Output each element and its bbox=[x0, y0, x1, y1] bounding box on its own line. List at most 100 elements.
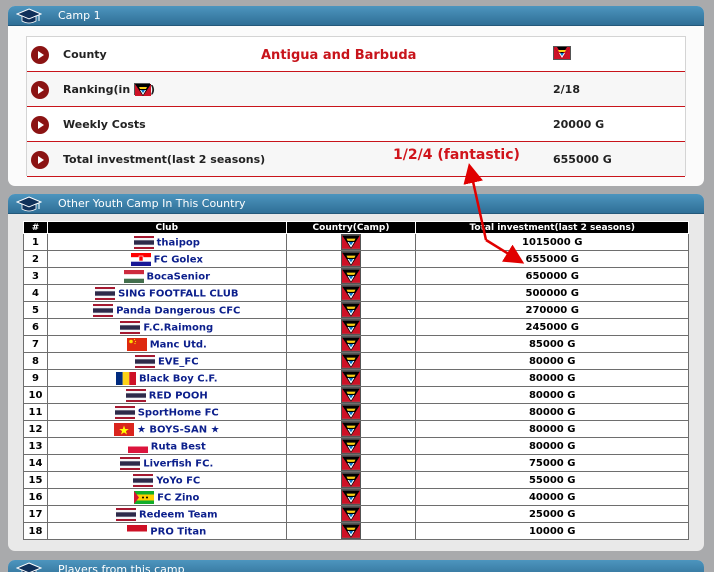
club-link[interactable]: SING FOOTFALL CLUB bbox=[46, 284, 287, 302]
club-name[interactable]: YoYo FC bbox=[156, 475, 200, 486]
club-name[interactable]: FC Golex bbox=[154, 254, 203, 265]
club-name[interactable]: ★ BOYS-SAN ★ bbox=[137, 424, 220, 435]
play-circle-icon[interactable] bbox=[31, 46, 49, 64]
club-name[interactable]: FC Zino bbox=[157, 492, 199, 503]
camp-country-cell bbox=[285, 522, 417, 540]
antigua-flag-icon bbox=[341, 455, 361, 471]
col-country[interactable]: Country(Camp) bbox=[285, 221, 417, 234]
ranking-value: 2/18 bbox=[553, 83, 580, 96]
club-flag-icon bbox=[113, 422, 134, 436]
camp-country-cell bbox=[285, 488, 417, 506]
club-name[interactable]: Panda Dangerous CFC bbox=[116, 305, 240, 316]
club-name[interactable]: Liverfish FC. bbox=[143, 458, 213, 469]
camp-country-cell bbox=[285, 301, 417, 319]
club-link[interactable]: FC Golex bbox=[46, 250, 287, 268]
antigua-flag-icon bbox=[341, 319, 361, 335]
antigua-flag-icon bbox=[341, 438, 361, 454]
table-row: 17 Redeem Team 25000 G bbox=[23, 505, 689, 523]
club-link[interactable]: ★ BOYS-SAN ★ bbox=[46, 420, 287, 438]
col-investment[interactable]: Total investment(last 2 seasons) bbox=[415, 221, 689, 234]
club-link[interactable]: FC Zino bbox=[46, 488, 287, 506]
investment-value: 40000 G bbox=[415, 488, 689, 506]
row-num: 11 bbox=[23, 403, 48, 421]
col-num[interactable]: # bbox=[23, 221, 48, 234]
club-name[interactable]: Manc Utd. bbox=[150, 339, 207, 350]
club-link[interactable]: YoYo FC bbox=[46, 471, 287, 489]
club-link[interactable]: Manc Utd. bbox=[46, 335, 287, 353]
club-link[interactable]: Ruta Best bbox=[46, 437, 287, 455]
col-club[interactable]: Club bbox=[46, 221, 287, 234]
investment-value: 10000 G bbox=[415, 522, 689, 540]
table-row: 10 RED POOH 80000 G bbox=[23, 386, 689, 404]
club-name[interactable]: thaipop bbox=[157, 237, 200, 248]
club-flag-icon bbox=[134, 490, 155, 504]
camp-country-cell bbox=[285, 352, 417, 370]
club-name[interactable]: RED POOH bbox=[149, 390, 208, 401]
club-link[interactable]: Black Boy C.F. bbox=[46, 369, 287, 387]
club-link[interactable]: Liverfish FC. bbox=[46, 454, 287, 472]
club-link[interactable]: Panda Dangerous CFC bbox=[46, 301, 287, 319]
club-link[interactable]: PRO Titan bbox=[46, 522, 287, 540]
club-name[interactable]: PRO Titan bbox=[150, 526, 206, 537]
club-name[interactable]: Redeem Team bbox=[139, 509, 218, 520]
investment-value: 80000 G bbox=[415, 420, 689, 438]
camp-country-cell bbox=[285, 267, 417, 285]
club-name[interactable]: Black Boy C.F. bbox=[139, 373, 218, 384]
club-flag-icon bbox=[133, 235, 154, 249]
investment-value: 650000 G bbox=[415, 267, 689, 285]
camp-info-box: County Antigua and Barbuda Ranking(in ) … bbox=[26, 36, 686, 177]
club-link[interactable]: RED POOH bbox=[46, 386, 287, 404]
table-row: 4 SING FOOTFALL CLUB 500000 G bbox=[23, 284, 689, 302]
play-circle-icon[interactable] bbox=[31, 81, 49, 99]
info-row-ranking: Ranking(in ) 2/18 bbox=[27, 72, 685, 107]
players-panel: Players from this camp bbox=[8, 560, 704, 572]
club-link[interactable]: F.C.Raimong bbox=[46, 318, 287, 336]
antigua-flag-icon bbox=[341, 506, 361, 522]
antigua-flag-icon bbox=[341, 336, 361, 352]
table-row: 3 BocaSenior 650000 G bbox=[23, 267, 689, 285]
antigua-flag-icon bbox=[341, 523, 361, 539]
row-num: 13 bbox=[23, 437, 48, 455]
antigua-flag-icon bbox=[341, 234, 361, 250]
graduation-cap-icon bbox=[16, 196, 42, 212]
table-row: 13 Ruta Best 80000 G bbox=[23, 437, 689, 455]
table-row: 14 Liverfish FC. 75000 G bbox=[23, 454, 689, 472]
info-row-total-investment: Total investment(last 2 seasons) 655000 … bbox=[27, 142, 685, 177]
table-row: 11 SportHome FC 80000 G bbox=[23, 403, 689, 421]
antigua-flag-icon bbox=[341, 370, 361, 386]
club-link[interactable]: Redeem Team bbox=[46, 505, 287, 523]
club-flag-icon bbox=[114, 405, 135, 419]
camps-table-wrap: # Club Country(Camp) Total investment(la… bbox=[23, 221, 689, 540]
club-link[interactable]: SportHome FC bbox=[46, 403, 287, 421]
antigua-flag-icon bbox=[341, 472, 361, 488]
antigua-flag-icon bbox=[341, 489, 361, 505]
antigua-flag-icon bbox=[341, 404, 361, 420]
club-name[interactable]: BocaSenior bbox=[147, 271, 211, 282]
graduation-cap-icon bbox=[16, 8, 42, 24]
club-flag-icon bbox=[130, 252, 151, 266]
table-row: 15 YoYo FC 55000 G bbox=[23, 471, 689, 489]
row-num: 5 bbox=[23, 301, 48, 319]
camp-country-cell bbox=[285, 505, 417, 523]
club-name[interactable]: EVE_FC bbox=[158, 356, 199, 367]
table-row: 12 ★ BOYS-SAN ★ 80000 G bbox=[23, 420, 689, 438]
investment-value: 80000 G bbox=[415, 386, 689, 404]
club-name[interactable]: SING FOOTFALL CLUB bbox=[118, 288, 238, 299]
club-link[interactable]: BocaSenior bbox=[46, 267, 287, 285]
camp-country-cell bbox=[285, 233, 417, 251]
play-circle-icon[interactable] bbox=[31, 116, 49, 134]
club-flag-icon bbox=[120, 320, 141, 334]
row-num: 12 bbox=[23, 420, 48, 438]
camp-panel-header: Camp 1 bbox=[8, 6, 704, 26]
antigua-flag-icon bbox=[341, 268, 361, 284]
row-num: 8 bbox=[23, 352, 48, 370]
club-name[interactable]: SportHome FC bbox=[138, 407, 219, 418]
play-circle-icon[interactable] bbox=[31, 151, 49, 169]
club-name[interactable]: Ruta Best bbox=[151, 441, 206, 452]
club-link[interactable]: thaipop bbox=[46, 233, 287, 251]
club-link[interactable]: EVE_FC bbox=[46, 352, 287, 370]
club-flag-icon bbox=[115, 371, 136, 385]
club-flag-icon bbox=[127, 439, 148, 453]
table-row: 6 F.C.Raimong 245000 G bbox=[23, 318, 689, 336]
club-name[interactable]: F.C.Raimong bbox=[143, 322, 213, 333]
